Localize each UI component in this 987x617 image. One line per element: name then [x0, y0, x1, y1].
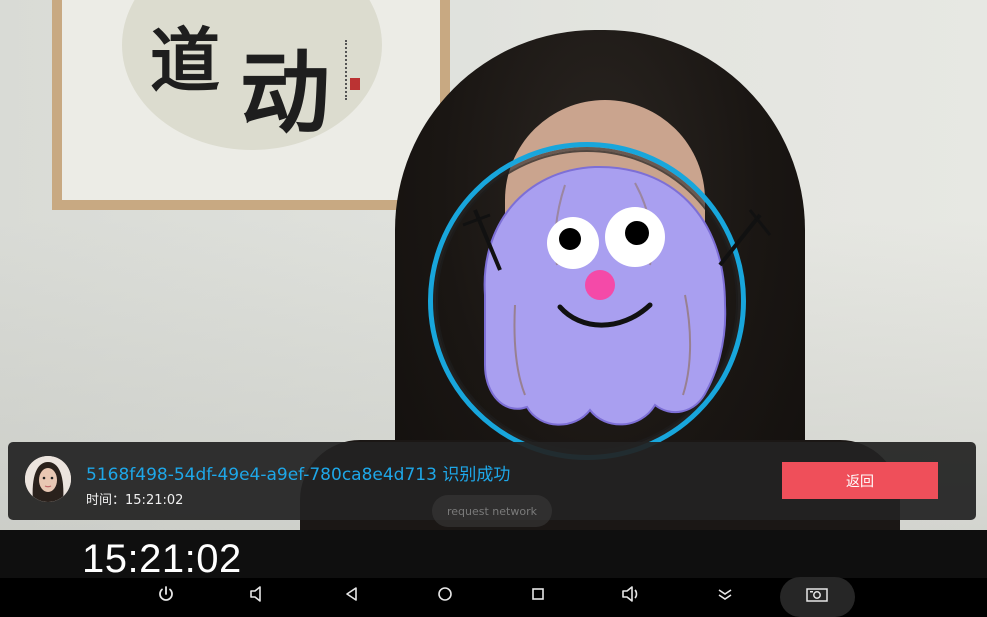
- network-toast: request network: [432, 495, 552, 527]
- back-icon: [346, 587, 357, 601]
- mascot-face-overlay: [462, 165, 772, 426]
- screenshot-button[interactable]: [803, 581, 831, 607]
- calligraphy-char-2: 动: [240, 40, 330, 146]
- time-value: 15:21:02: [125, 493, 184, 508]
- power-icon: [159, 586, 173, 601]
- recognition-result-text: 5168f498-54df-49e4-a9ef-780ca8e4d713 识别成…: [86, 460, 510, 485]
- time-label: 时间：: [86, 493, 126, 508]
- recognition-status: 识别成功: [442, 465, 511, 485]
- recognition-time: 时间：15:21:02: [86, 489, 183, 508]
- recents-icon: [532, 588, 544, 600]
- nav-recents-button[interactable]: [524, 581, 552, 607]
- nav-back-button[interactable]: [338, 581, 366, 607]
- volume-down-button[interactable]: [244, 581, 272, 607]
- power-button[interactable]: [152, 581, 180, 607]
- nav-home-button[interactable]: [431, 581, 459, 607]
- home-icon: [438, 587, 452, 601]
- collapse-icon: [718, 589, 732, 600]
- collapse-button[interactable]: [711, 581, 739, 607]
- volume-up-button[interactable]: [617, 581, 645, 607]
- back-button[interactable]: 返回: [782, 462, 938, 499]
- screenshot-icon: [806, 588, 828, 602]
- calligraphy-seal: [350, 78, 360, 90]
- calligraphy-seal-text: [345, 40, 361, 100]
- clock-display: 15:21:02: [82, 537, 242, 581]
- calligraphy-char-1: 道: [150, 19, 220, 102]
- user-avatar: [25, 456, 71, 502]
- user-id: 5168f498-54df-49e4-a9ef-780ca8e4d713: [86, 465, 437, 485]
- volume-down-icon: [250, 586, 261, 602]
- volume-up-icon: [622, 586, 638, 602]
